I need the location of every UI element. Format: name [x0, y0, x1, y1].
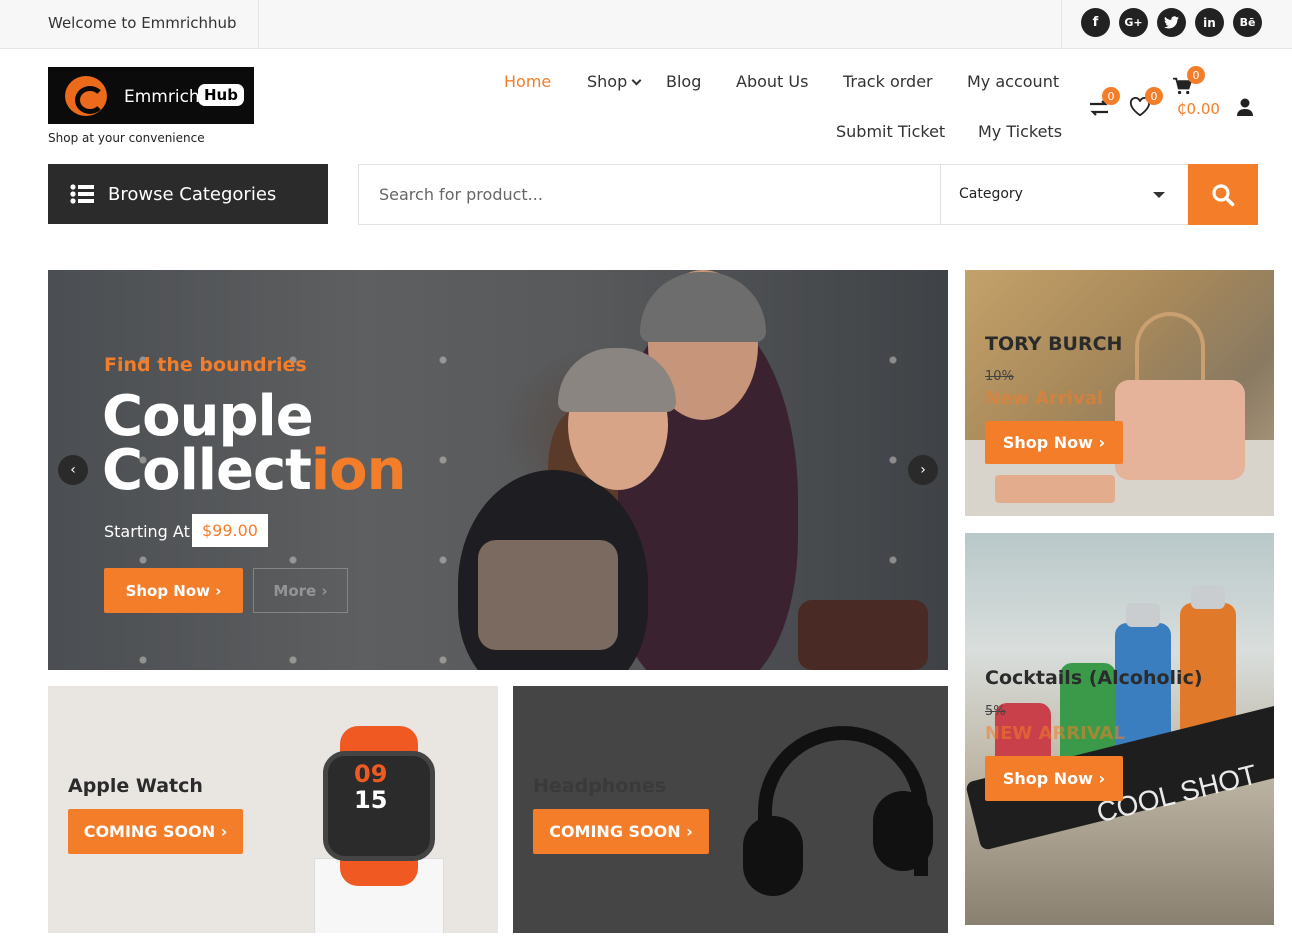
wishlist-count-badge: 0 [1145, 87, 1163, 105]
banner-image-part [743, 816, 803, 896]
nav-shop-label: Shop [587, 72, 628, 91]
behance-icon[interactable]: Bē [1233, 8, 1262, 37]
promo-cocktails[interactable]: COOL SHOT Cocktails (Alcoholic) 5% NEW A… [965, 533, 1274, 925]
banner-image-part [995, 475, 1115, 503]
divider [1061, 0, 1062, 48]
banner-image-part [1126, 603, 1160, 627]
hero-title: Couple Collection [102, 389, 406, 499]
site-logo[interactable]: Emmrich Hub [48, 67, 254, 124]
hero-title-line2a: Collect [102, 438, 312, 503]
nav-submit-ticket[interactable]: Submit Ticket [836, 122, 945, 141]
nav-shop[interactable]: Shop [587, 72, 642, 91]
nav-blog[interactable]: Blog [666, 72, 701, 91]
nav-track-order[interactable]: Track order [843, 72, 933, 91]
list-icon [70, 184, 94, 204]
hero-image-part [798, 600, 928, 670]
user-icon[interactable] [1237, 98, 1253, 120]
search-input[interactable] [359, 165, 939, 224]
search-button[interactable] [1188, 164, 1258, 225]
hero-starting-label: Starting At [104, 522, 190, 541]
hero-image-part [478, 540, 618, 650]
divider [940, 165, 941, 224]
hero-shop-now-button[interactable]: Shop Now › [104, 568, 243, 613]
hero-kicker: Find the boundries [104, 354, 307, 376]
banner-image [1115, 380, 1245, 480]
cart-count-badge: 0 [1187, 66, 1205, 84]
promo-tag: New Arrival [985, 388, 1104, 409]
watch-time-text: 09 15 [354, 761, 387, 813]
logo-mark-icon [65, 76, 107, 116]
cart-total[interactable]: ₵0.00 [1177, 99, 1220, 120]
hero-price: $99.00 [192, 514, 268, 547]
watch-minutes: 15 [354, 786, 388, 814]
hero-slider: Find the boundries Couple Collection Sta… [48, 270, 948, 670]
top-bar: Welcome to Emmrichhub f G+ in Bē [0, 0, 1292, 49]
promo-headphones[interactable]: Headphones COMING SOON › [513, 686, 948, 933]
site-tagline: Shop at your convenience [48, 131, 205, 145]
divider [258, 0, 259, 48]
promo-apple-watch[interactable]: 09 15 Apple Watch COMING SOON › [48, 686, 498, 933]
slider-prev-arrow-icon[interactable]: ‹ [58, 455, 88, 485]
promo-tag: NEW ARRIVAL [985, 723, 1125, 744]
promo-shop-now-button[interactable]: Shop Now › [985, 421, 1123, 464]
promo-discount: 5% [985, 704, 1006, 719]
watch-hours: 09 [354, 760, 388, 788]
promo-tory-burch[interactable]: TORY BURCH 10% New Arrival Shop Now › [965, 270, 1274, 516]
welcome-text: Welcome to Emmrichhub [48, 14, 237, 32]
search-icon [1212, 183, 1235, 206]
browse-categories-button[interactable]: Browse Categories [48, 164, 328, 224]
google-plus-icon[interactable]: G+ [1119, 8, 1148, 37]
logo-brand-text: Emmrich [124, 87, 200, 107]
browse-categories-label: Browse Categories [108, 183, 277, 205]
social-links: f G+ in Bē [1081, 8, 1262, 37]
chevron-down-icon [631, 75, 642, 86]
promo-title: Apple Watch [68, 775, 203, 797]
compare-count-badge: 0 [1102, 87, 1120, 105]
nav-home[interactable]: Home [504, 72, 551, 91]
nav-my-tickets[interactable]: My Tickets [978, 122, 1062, 141]
promo-discount: 10% [985, 369, 1014, 384]
logo-hub-text: Hub [198, 84, 244, 106]
caret-down-icon [1153, 192, 1165, 198]
twitter-icon[interactable] [1157, 8, 1186, 37]
facebook-icon[interactable]: f [1081, 8, 1110, 37]
banner-image-part [1191, 585, 1225, 609]
promo-shop-now-button[interactable]: Shop Now › [985, 756, 1123, 801]
promo-title: TORY BURCH [985, 333, 1123, 355]
hero-more-button[interactable]: More › [253, 568, 348, 613]
hero-title-line2b: ion [310, 438, 407, 503]
banner-image-part [873, 791, 933, 871]
linkedin-icon[interactable]: in [1195, 8, 1224, 37]
nav-my-account[interactable]: My account [967, 72, 1059, 91]
promo-coming-soon-button[interactable]: COMING SOON › [68, 809, 243, 854]
slider-next-arrow-icon[interactable]: › [908, 455, 938, 485]
promo-title: Cocktails (Alcoholic) [985, 667, 1203, 689]
nav-about[interactable]: About Us [736, 72, 808, 91]
promo-coming-soon-button[interactable]: COMING SOON › [533, 809, 709, 854]
promo-title: Headphones [533, 775, 667, 797]
category-select[interactable]: Category [959, 186, 1023, 202]
search-bar: Category [358, 164, 1258, 225]
